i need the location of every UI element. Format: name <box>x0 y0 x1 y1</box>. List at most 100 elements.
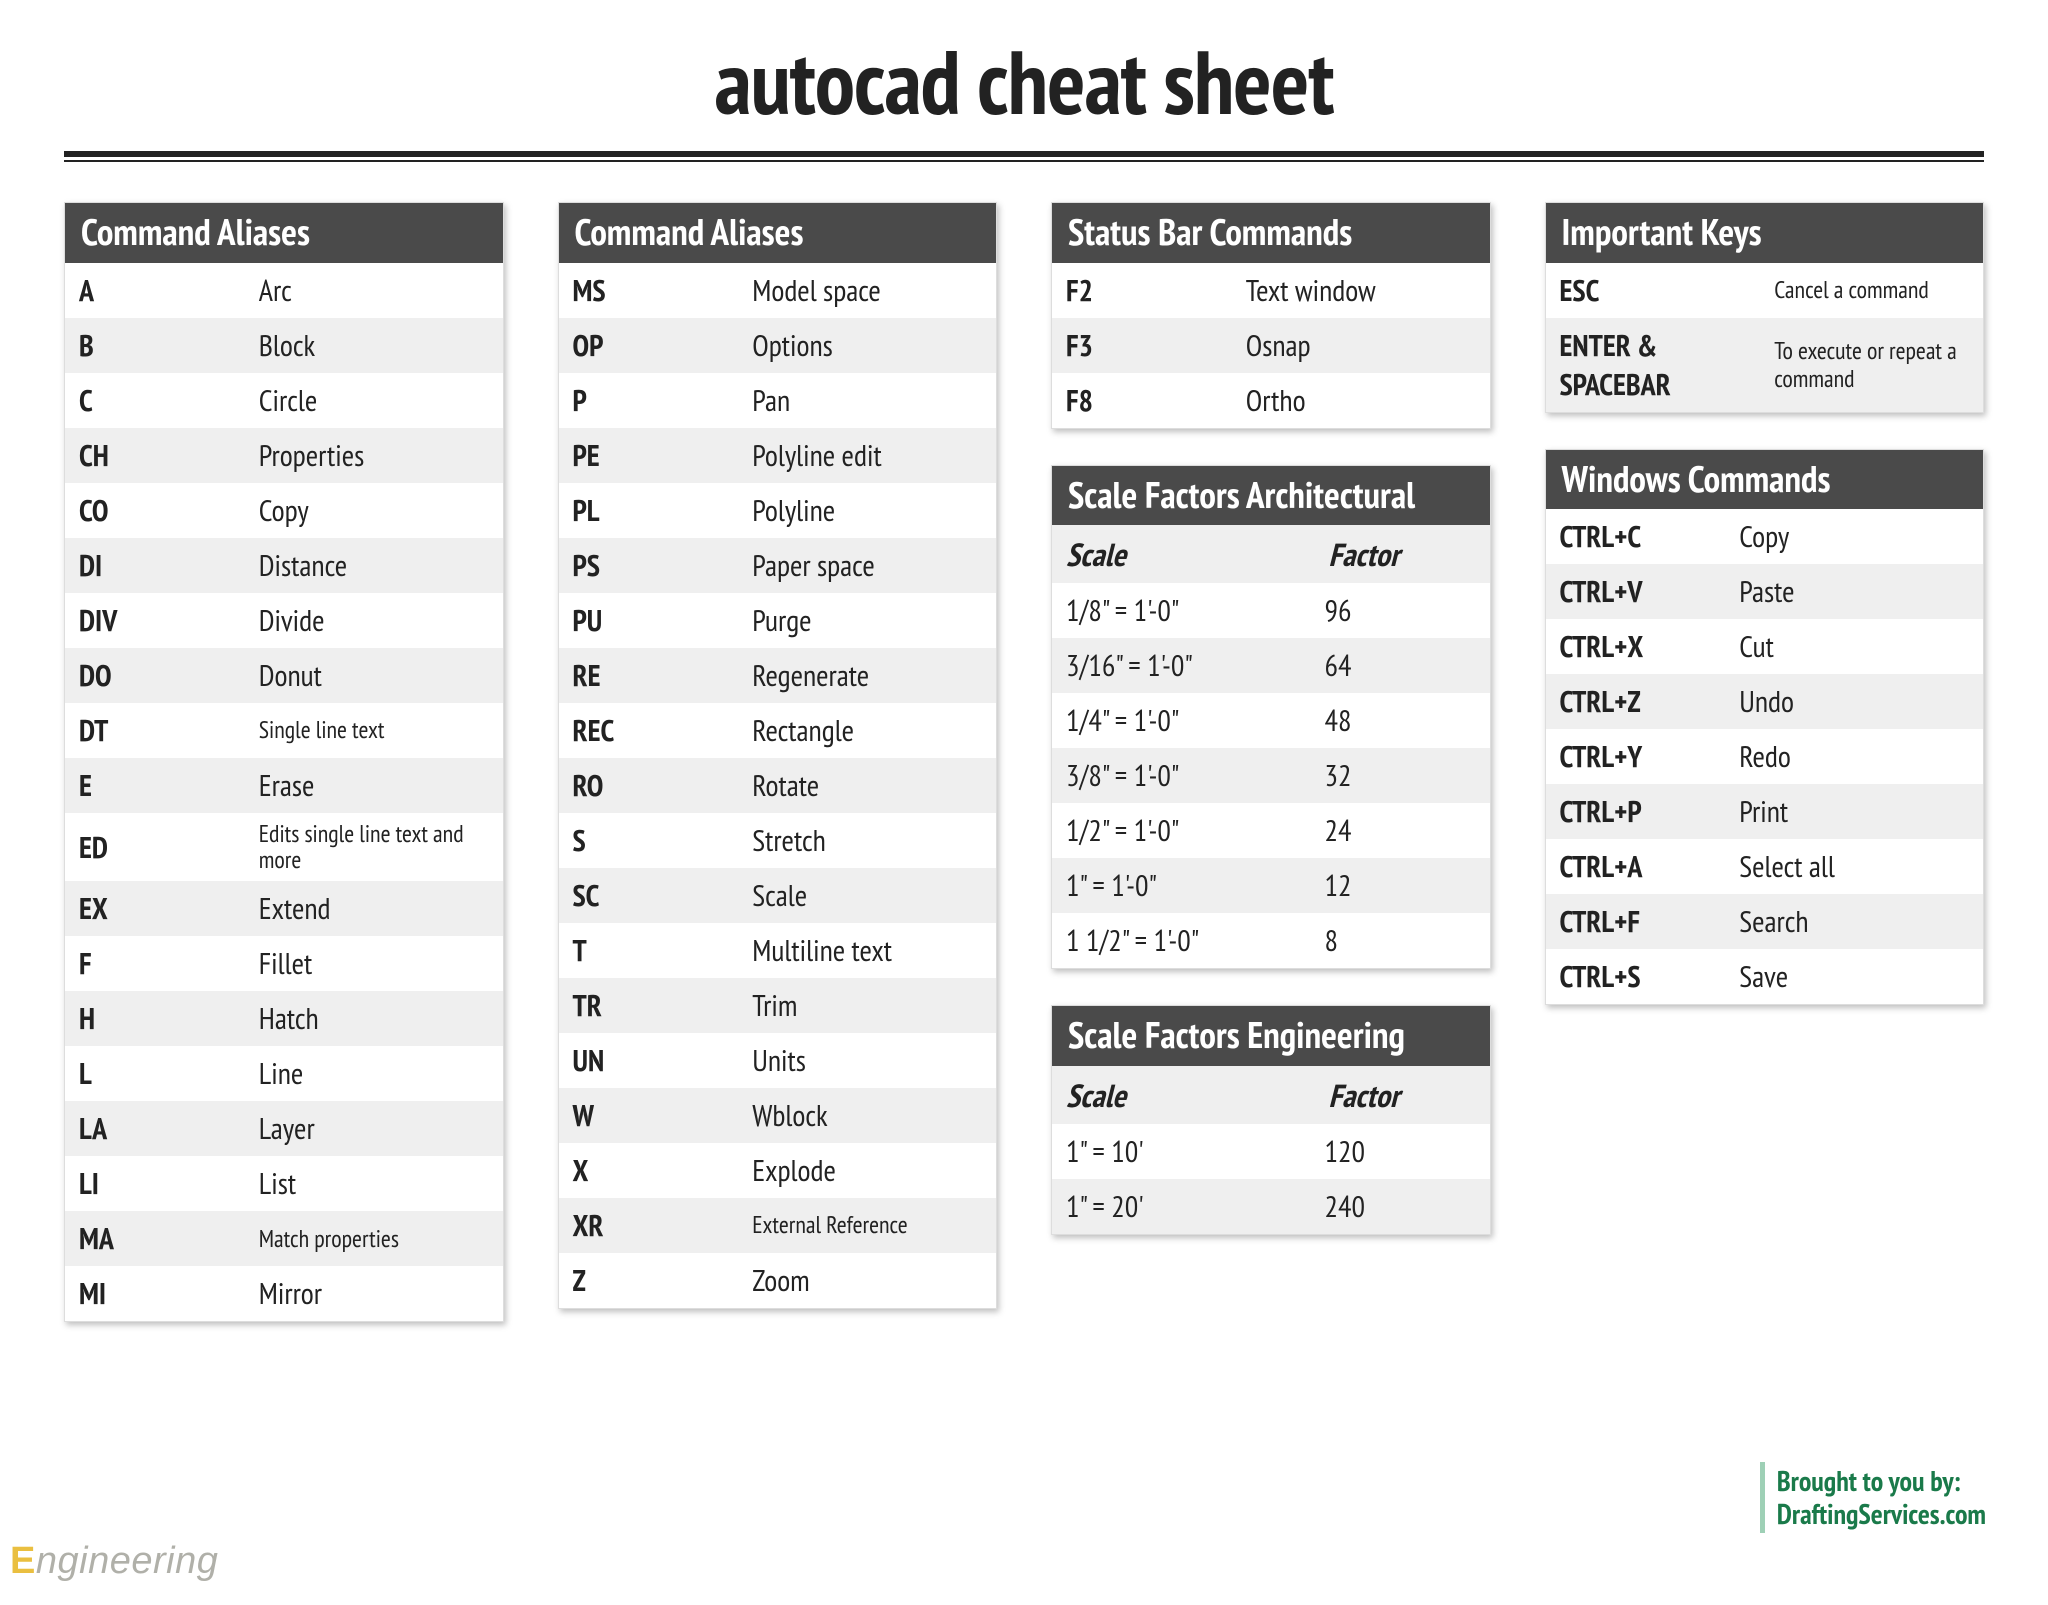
row-value: Block <box>249 318 503 373</box>
table-row: XRExternal Reference <box>559 1198 997 1253</box>
row-key: MI <box>65 1266 249 1321</box>
row-value: Search <box>1729 894 1983 949</box>
table-row: ESCCancel a command <box>1546 263 1984 318</box>
row-value: Purge <box>742 593 996 648</box>
card-windows-commands: Windows Commands CTRL+CCopyCTRL+VPasteCT… <box>1545 449 1985 1006</box>
table-row: LALayer <box>65 1101 503 1156</box>
table-row: 3/8" = 1'-0"32 <box>1052 748 1490 803</box>
table-row: 1" = 1'-0"12 <box>1052 858 1490 913</box>
row-value: External Reference <box>742 1204 996 1246</box>
row-value: 24 <box>1315 803 1490 858</box>
row-value: Single line text <box>249 709 503 751</box>
table-row: RERegenerate <box>559 648 997 703</box>
row-value: Properties <box>249 428 503 483</box>
card-header: Scale Factors Architectural <box>1052 466 1490 526</box>
row-key: 1" = 1'-0" <box>1052 858 1315 913</box>
table-row: DODonut <box>65 648 503 703</box>
row-value: Paper space <box>742 538 996 593</box>
table-row: 3/16" = 1'-0"64 <box>1052 638 1490 693</box>
row-key: E <box>65 758 249 813</box>
table-subheader: Scale Factor <box>1052 1066 1490 1124</box>
row-value: Save <box>1729 949 1983 1004</box>
row-value: Stretch <box>742 813 996 868</box>
card-header: Status Bar Commands <box>1052 203 1490 263</box>
table-row: SStretch <box>559 813 997 868</box>
table-row: 1/2" = 1'-0"24 <box>1052 803 1490 858</box>
table-row: RORotate <box>559 758 997 813</box>
table-row: F2Text window <box>1052 263 1490 318</box>
row-key: F3 <box>1052 318 1236 373</box>
table-row: BBlock <box>65 318 503 373</box>
row-key: P <box>559 373 743 428</box>
subheader-factor: Factor <box>1315 525 1490 583</box>
row-key: A <box>65 263 249 318</box>
row-value: Match properties <box>249 1218 503 1260</box>
row-key: REC <box>559 703 743 758</box>
row-key: XR <box>559 1198 743 1253</box>
row-key: B <box>65 318 249 373</box>
table-row: PLPolyline <box>559 483 997 538</box>
row-key: 1 1/2" = 1'-0" <box>1052 913 1315 968</box>
row-key: CO <box>65 483 249 538</box>
row-value: To execute or repeat a command <box>1764 329 1983 400</box>
table-row: PEPolyline edit <box>559 428 997 483</box>
row-key: 3/8" = 1'-0" <box>1052 748 1315 803</box>
table-row: LIList <box>65 1156 503 1211</box>
table-row: CTRL+ASelect all <box>1546 839 1984 894</box>
row-key: H <box>65 991 249 1046</box>
card-header: Command Aliases <box>559 203 997 263</box>
table-row: CTRL+SSave <box>1546 949 1984 1004</box>
row-key: DI <box>65 538 249 593</box>
column-1: Command Aliases AArcBBlockCCircleCHPrope… <box>64 202 504 1322</box>
table-row: CTRL+CCopy <box>1546 509 1984 564</box>
table-row: COCopy <box>65 483 503 538</box>
table-row: CTRL+YRedo <box>1546 729 1984 784</box>
table-row: 1" = 10'120 <box>1052 1124 1490 1179</box>
card-header: Important Keys <box>1546 203 1984 263</box>
table-row: TRTrim <box>559 978 997 1033</box>
table-row: XExplode <box>559 1143 997 1198</box>
table-row: MAMatch properties <box>65 1211 503 1266</box>
row-value: Select all <box>1729 839 1983 894</box>
table-row: ZZoom <box>559 1253 997 1308</box>
table-row: F3Osnap <box>1052 318 1490 373</box>
row-value: Undo <box>1729 674 1983 729</box>
row-key: C <box>65 373 249 428</box>
table-row: ENTER & SPACEBARTo execute or repeat a c… <box>1546 318 1984 412</box>
row-value: Zoom <box>742 1253 996 1308</box>
row-value: Cut <box>1729 619 1983 674</box>
row-key: DIV <box>65 593 249 648</box>
table-row: RECRectangle <box>559 703 997 758</box>
row-value: Mirror <box>249 1266 503 1321</box>
card-header: Command Aliases <box>65 203 503 263</box>
table-row: SCScale <box>559 868 997 923</box>
row-key: DO <box>65 648 249 703</box>
row-key: CTRL+V <box>1546 564 1730 619</box>
row-key: EX <box>65 881 249 936</box>
row-value: Arc <box>249 263 503 318</box>
card-scale-engineering: Scale Factors Engineering Scale Factor 1… <box>1051 1005 1491 1235</box>
table-row: PPan <box>559 373 997 428</box>
watermark: Engineering <box>10 1540 218 1583</box>
row-key: 1/4" = 1'-0" <box>1052 693 1315 748</box>
row-value: Print <box>1729 784 1983 839</box>
row-key: 1" = 20' <box>1052 1179 1315 1234</box>
row-value: 8 <box>1315 913 1490 968</box>
row-key: ESC <box>1546 263 1765 318</box>
row-value: List <box>249 1156 503 1211</box>
row-key: DT <box>65 703 249 758</box>
row-value: 32 <box>1315 748 1490 803</box>
row-key: CTRL+C <box>1546 509 1730 564</box>
row-key: X <box>559 1143 743 1198</box>
watermark-text: ngineering <box>36 1540 218 1582</box>
row-value: Redo <box>1729 729 1983 784</box>
row-value: Divide <box>249 593 503 648</box>
table-row: LLine <box>65 1046 503 1101</box>
column-4: Important Keys ESCCancel a commandENTER … <box>1545 202 1985 1005</box>
row-value: Wblock <box>742 1088 996 1143</box>
row-value: Erase <box>249 758 503 813</box>
table-row: UNUnits <box>559 1033 997 1088</box>
row-key: UN <box>559 1033 743 1088</box>
row-key: MA <box>65 1211 249 1266</box>
row-value: Cancel a command <box>1764 268 1983 312</box>
